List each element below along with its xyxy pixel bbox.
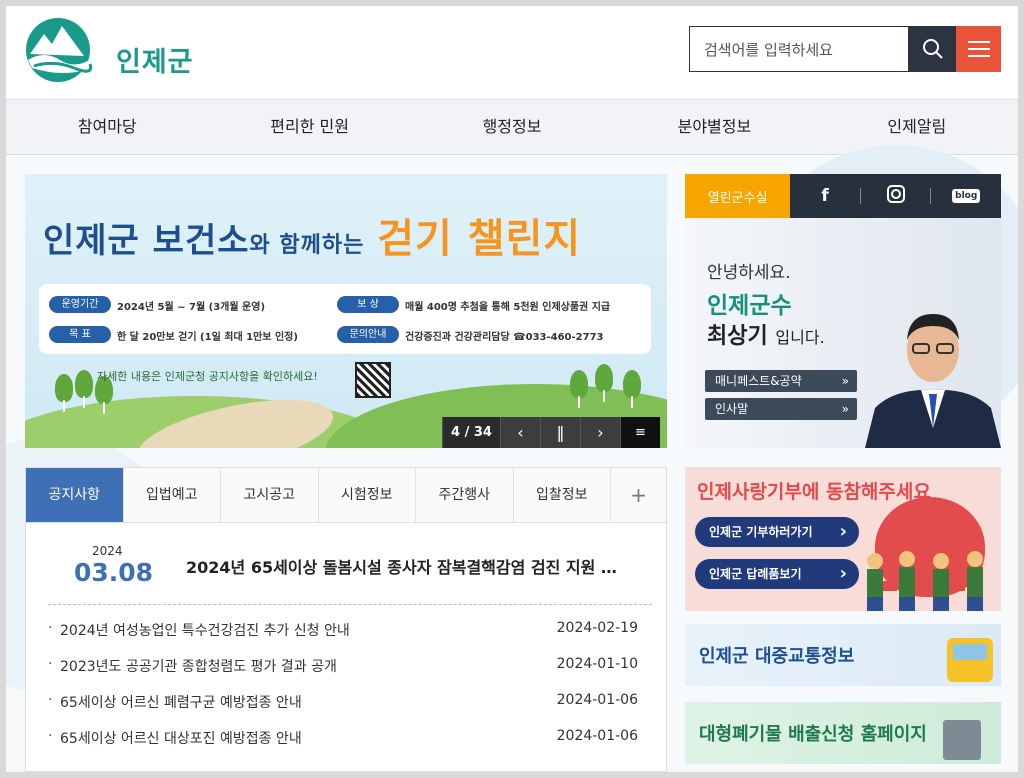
- appliance-icon: [943, 720, 981, 760]
- pause-icon: ‖: [556, 423, 565, 442]
- main-banner[interactable]: 인제군 보건소와 함께하는 걷기 챌린지 운영기간 2024년 5월 ~ 7월 …: [25, 174, 667, 448]
- greeting-button[interactable]: 인사말: [705, 398, 857, 420]
- bus-icon: [947, 638, 993, 682]
- gifts-button[interactable]: 인제군 답례품보기: [695, 559, 859, 589]
- list-icon: ≡: [635, 425, 646, 440]
- sns-bar: 열린군수실 f blog: [685, 174, 1001, 218]
- blog-icon[interactable]: blog: [931, 189, 1001, 203]
- banner-note: 자세한 내용은 인제군청 공지사항을 확인하세요!: [97, 370, 318, 383]
- featured-notice-title[interactable]: 2024년 65세이상 돌봄시설 종사자 잠복결핵감염 검진 지원 …: [186, 554, 636, 578]
- banner-info-box: 운영기간 2024년 5월 ~ 7월 (3개월 운영) 보 상 매월 400명 …: [39, 284, 651, 354]
- qr-code-icon: [355, 362, 391, 398]
- list-item[interactable]: · 2023년도 공공기관 종합청렴도 평가 결과 공개 2024-01-10: [48, 656, 638, 680]
- mayor-panel: 안녕하세요. 인제군수 최상기 입니다. 매니페스트&공약 인사말: [685, 218, 1001, 448]
- open-mayor-office-tab[interactable]: 열린군수실: [685, 174, 791, 218]
- tab-announcements[interactable]: 고시공고: [221, 468, 319, 522]
- hamburger-menu-icon: [967, 41, 990, 57]
- nav-item-admin-info[interactable]: 행정정보: [411, 100, 613, 154]
- featured-notice[interactable]: 2024 03.08 2024년 65세이상 돌봄시설 종사자 잠복결핵감염 검…: [26, 538, 666, 603]
- board-tabs: 공지사항 입법예고 고시공고 시험정보 주간행사 입찰정보 +: [26, 468, 666, 523]
- page-frame: 인제군 검색어를 입력하세요 참여마당 편리한 민원 행정정보 분야별정보 인제…: [6, 6, 1018, 772]
- search-icon: [922, 39, 943, 59]
- mayor-photo: [865, 314, 1001, 448]
- mayor-name: 최상기 입니다.: [707, 324, 825, 349]
- nav-item-participation[interactable]: 참여마당: [6, 100, 208, 154]
- chevron-left-icon: ‹: [517, 423, 524, 442]
- facebook-icon[interactable]: f: [790, 186, 860, 206]
- chevron-right-icon: ›: [597, 423, 604, 442]
- mayor-greeting: 안녕하세요.: [707, 263, 791, 283]
- search-button[interactable]: [909, 26, 956, 72]
- pause-slide-button[interactable]: ‖: [540, 417, 580, 448]
- mayor-title: 인제군수: [707, 293, 792, 319]
- search-input[interactable]: 검색어를 입력하세요: [689, 26, 909, 72]
- instagram-icon[interactable]: [861, 184, 931, 208]
- donation-title: 인제사랑기부에 동참해주세요: [697, 481, 931, 503]
- donation-banner: 인제사랑기부에 동참해주세요 인제군 기부하러가기 인제군 답례품보기: [685, 467, 1001, 611]
- prev-slide-button[interactable]: ‹: [500, 417, 540, 448]
- manifesto-button[interactable]: 매니페스트&공약: [705, 370, 857, 392]
- nav-item-field-info[interactable]: 분야별정보: [613, 100, 815, 154]
- site-header: 인제군 검색어를 입력하세요: [6, 6, 1018, 99]
- nav-item-civil-service[interactable]: 편리한 민원: [208, 100, 410, 154]
- logo-mountain-icon: [26, 18, 93, 82]
- logo-text: 인제군: [116, 47, 194, 78]
- list-item[interactable]: · 2024년 여성농업인 특수건강검진 추가 신청 안내 2024-02-19: [48, 620, 638, 644]
- donate-button[interactable]: 인제군 기부하러가기: [695, 517, 859, 547]
- tab-bid-info[interactable]: 입찰정보: [513, 468, 611, 522]
- tab-weekly-events[interactable]: 주간행사: [416, 468, 514, 522]
- main-nav: 참여마당 편리한 민원 행정정보 분야별정보 인제알림: [6, 99, 1018, 155]
- next-slide-button[interactable]: ›: [580, 417, 620, 448]
- list-item[interactable]: · 65세이상 어르신 폐렴구균 예방접종 안내 2024-01-06: [48, 692, 638, 716]
- menu-button[interactable]: [956, 26, 1001, 72]
- list-item[interactable]: · 65세이상 어르신 대상포진 예방접종 안내 2024-01-06: [48, 728, 638, 752]
- tab-exam-info[interactable]: 시험정보: [318, 468, 416, 522]
- slide-controls: 4 / 34 ‹ ‖ › ≡: [442, 417, 660, 448]
- notice-board: 공지사항 입법예고 고시공고 시험정보 주간행사 입찰정보 + 2024 03.…: [25, 467, 667, 772]
- transit-banner[interactable]: 인제군 대중교통정보: [685, 624, 1001, 686]
- more-button[interactable]: +: [611, 468, 666, 522]
- slide-counter: 4 / 34: [442, 417, 500, 448]
- banner-title: 인제군 보건소와 함께하는 걷기 챌린지: [43, 216, 582, 262]
- waste-banner[interactable]: 대형폐기물 배출신청 홈페이지: [685, 702, 1001, 764]
- farmers-illustration: [867, 551, 983, 611]
- site-logo[interactable]: 인제군: [24, 16, 199, 84]
- tab-notices[interactable]: 공지사항: [26, 468, 124, 522]
- slide-list-button[interactable]: ≡: [620, 417, 660, 448]
- tab-legislation[interactable]: 입법예고: [123, 468, 221, 522]
